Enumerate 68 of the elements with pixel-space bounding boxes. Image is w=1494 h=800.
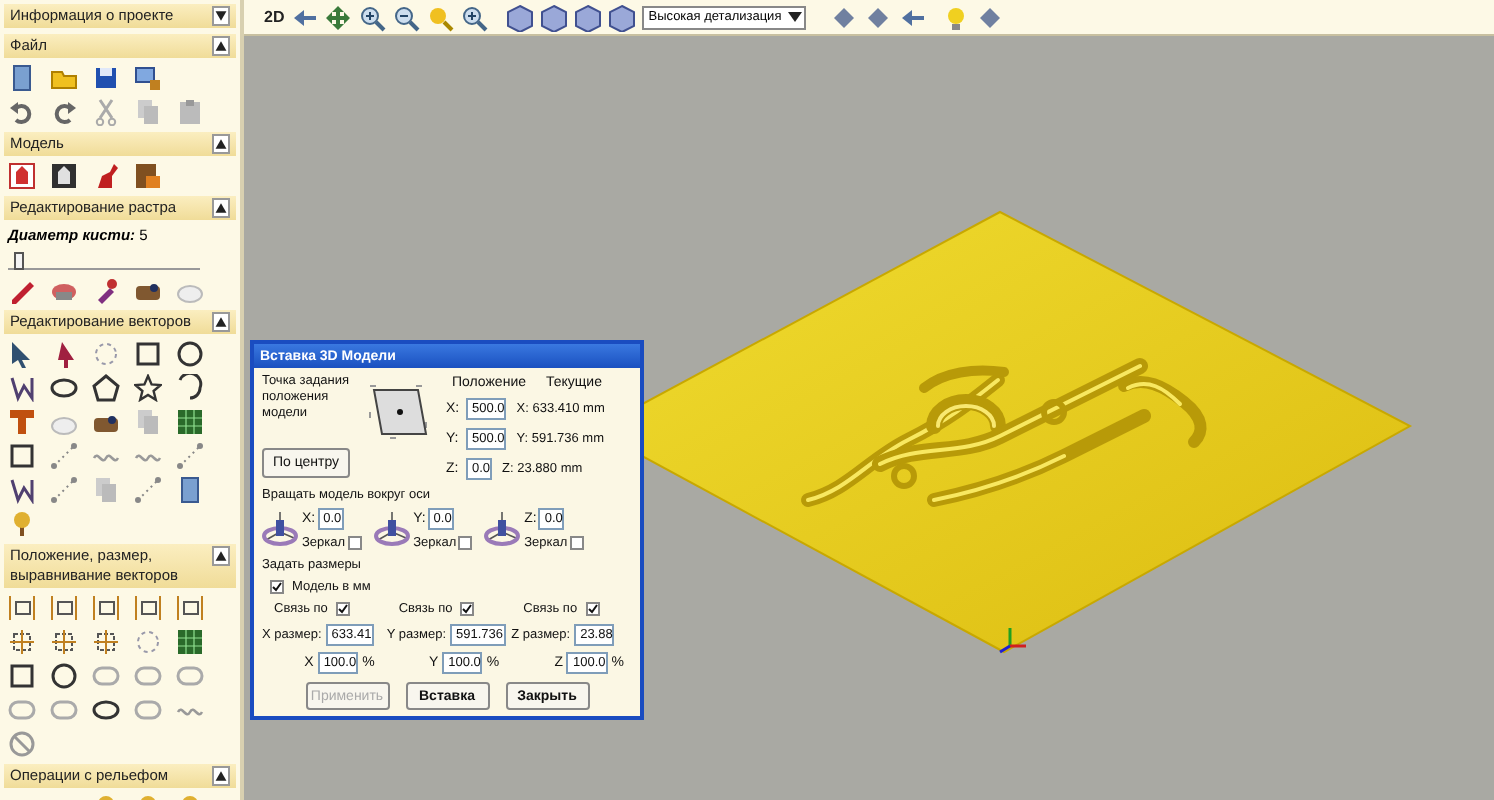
nodes-icon[interactable]	[50, 442, 78, 470]
checkbox[interactable]	[585, 602, 600, 616]
expand-icon[interactable]	[212, 6, 230, 26]
polyline-icon[interactable]	[8, 476, 36, 504]
collapse-icon[interactable]	[212, 36, 230, 56]
dropdown-arrow-icon	[788, 12, 803, 22]
diamond-icon[interactable]	[976, 3, 1005, 31]
polyline-icon[interactable]	[8, 374, 36, 402]
checkbox[interactable]	[270, 580, 284, 594]
undo-icon[interactable]	[8, 98, 36, 126]
collapse-icon[interactable]	[212, 134, 230, 154]
square-icon[interactable]	[134, 340, 162, 368]
arc-icon[interactable]	[176, 374, 204, 402]
nodes-icon[interactable]	[176, 442, 204, 470]
circle-icon[interactable]	[50, 662, 78, 690]
alignbox-icon[interactable]	[176, 594, 204, 622]
collapse-icon[interactable]	[212, 312, 230, 332]
cursor-icon[interactable]	[8, 340, 36, 368]
square-icon[interactable]	[8, 662, 36, 690]
tree-icon[interactable]	[8, 510, 36, 538]
star-icon[interactable]	[134, 374, 162, 402]
alignbox-icon[interactable]	[50, 594, 78, 622]
square-icon[interactable]	[8, 442, 36, 470]
zoomout-icon[interactable]	[392, 3, 421, 31]
grid-icon[interactable]	[176, 628, 204, 656]
grid-icon[interactable]	[176, 408, 204, 436]
alignbox-icon[interactable]	[134, 594, 162, 622]
ellipse-icon[interactable]	[50, 374, 78, 402]
checkbox[interactable]	[335, 602, 350, 616]
zoomin-icon[interactable]	[460, 3, 489, 31]
center-icon[interactable]	[50, 628, 78, 656]
pencil-icon[interactable]	[8, 276, 36, 304]
pentagon-icon[interactable]	[92, 374, 120, 402]
cube-icon[interactable]	[574, 3, 603, 31]
redo-icon[interactable]	[50, 98, 78, 126]
cube-icon[interactable]	[608, 3, 637, 31]
axis-gizmo-drawing	[999, 628, 1026, 654]
rotation-axis-icon	[484, 508, 521, 548]
collapse-icon[interactable]	[212, 766, 230, 786]
diamond-icon[interactable]	[830, 3, 859, 31]
collapse-icon[interactable]	[212, 546, 230, 566]
view-mode-toggle[interactable]: 2D	[264, 5, 285, 29]
circle-icon[interactable]	[176, 340, 204, 368]
slider-thumb[interactable]	[13, 252, 24, 270]
doc-icon[interactable]	[8, 64, 36, 92]
collapse-icon[interactable]	[212, 198, 230, 218]
cube-icon[interactable]	[540, 3, 569, 31]
nodes-icon[interactable]	[134, 476, 162, 504]
alignbox-icon[interactable]	[92, 594, 120, 622]
nocircle-icon[interactable]	[8, 730, 36, 758]
cube-icon[interactable]	[506, 3, 535, 31]
doc-icon[interactable]	[176, 476, 204, 504]
ellipse-icon[interactable]	[92, 696, 120, 724]
alignbox-icon[interactable]	[8, 594, 36, 622]
clipboard-icon[interactable]	[176, 98, 204, 126]
nodes-icon[interactable]	[50, 476, 78, 504]
center-icon[interactable]	[8, 628, 36, 656]
text-icon[interactable]	[8, 408, 36, 436]
rotation-axis-icon	[373, 508, 410, 548]
checkbox[interactable]	[569, 536, 584, 550]
checkbox[interactable]	[347, 536, 362, 550]
rotation-axis-icon	[262, 508, 298, 548]
pan-icon[interactable]	[324, 3, 353, 31]
center-icon[interactable]	[92, 628, 120, 656]
zoomin-icon[interactable]	[358, 3, 387, 31]
checkbox[interactable]	[460, 602, 475, 616]
checkbox[interactable]	[458, 536, 473, 550]
diamond-icon[interactable]	[864, 3, 893, 31]
